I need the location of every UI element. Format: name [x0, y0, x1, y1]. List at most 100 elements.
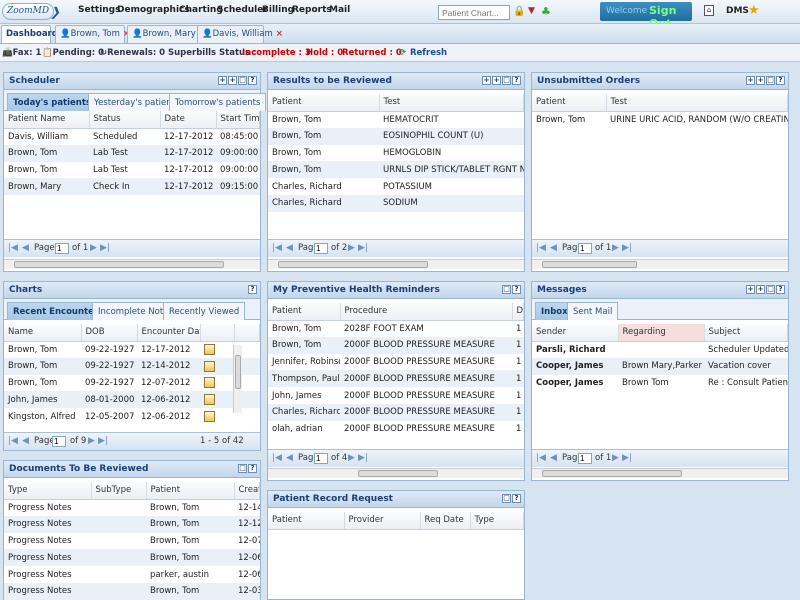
panel-maximize-icon[interactable]: □ [766, 285, 775, 294]
panel-maximize-icon[interactable]: □ [238, 76, 247, 85]
column-header[interactable]: SubType [91, 482, 147, 500]
chart-note-icon[interactable] [204, 360, 215, 372]
panel-help-icon[interactable]: ? [248, 464, 257, 473]
panel-add-icon[interactable]: + [482, 76, 491, 85]
column-header[interactable]: Sender [532, 324, 619, 342]
page-input[interactable] [55, 243, 69, 254]
tab-recent-encounter[interactable]: Recent Encounter [7, 302, 105, 320]
table-row[interactable]: Brown, Tom HEMOGLOBIN [268, 145, 524, 162]
column-header[interactable]: Create [234, 482, 260, 500]
nav-settings[interactable]: Settings [78, 5, 120, 15]
panel-help-icon[interactable]: ? [776, 285, 785, 294]
column-header[interactable]: Regarding [618, 324, 705, 342]
next-page-icon[interactable]: ▶ [90, 243, 97, 253]
page-input[interactable] [314, 453, 328, 464]
first-page-icon[interactable]: |◀ [8, 436, 18, 446]
column-header[interactable]: Patient [268, 94, 380, 112]
panel-help-icon[interactable]: ? [248, 76, 257, 85]
table-row[interactable]: Progress NotesBrown, Tom12-14- [4, 499, 260, 516]
page-input[interactable] [52, 436, 66, 447]
column-header[interactable]: Type [4, 482, 92, 500]
first-page-icon[interactable]: |◀ [272, 453, 282, 463]
table-row[interactable]: Brown, Tom 09-22-1927 12-14-2012 [4, 357, 260, 375]
next-page-icon[interactable]: ▶ [612, 243, 619, 253]
column-header[interactable]: Start Time [216, 111, 260, 129]
horizontal-scrollbar[interactable] [532, 259, 788, 269]
table-row[interactable]: Brown, Tom 09-22-1927 12-07-2012 [4, 375, 260, 392]
table-row[interactable]: Brown, Tom HEMATOCRIT [268, 111, 524, 128]
table-row[interactable]: Brown, TomURNLS DIP STICK/TABLET RGNT NO… [268, 161, 524, 179]
panel-move-icon[interactable]: + [228, 76, 237, 85]
table-row[interactable]: Charles, Richard POTASSIUM [268, 178, 524, 195]
close-icon[interactable]: × [276, 29, 283, 39]
chart-note-icon[interactable] [204, 377, 215, 389]
table-row[interactable]: Brown, Tom 09-22-1927 12-17-2012 [4, 341, 260, 358]
star-icon[interactable]: ★ [748, 3, 760, 18]
table-row[interactable]: Brown, Tom 2000F BLOOD PRESSURE MEASURE 1 [268, 336, 524, 354]
last-page-icon[interactable]: ▶| [622, 243, 632, 253]
panel-help-icon[interactable]: ? [512, 285, 521, 294]
next-page-icon[interactable]: ▶ [348, 243, 355, 253]
tab-patient-brown-mary[interactable]: 👤Brown, Mary× [127, 25, 206, 43]
first-page-icon[interactable]: |◀ [8, 243, 18, 253]
superbills-incomplete[interactable]: Incomplete : 3 [242, 48, 311, 58]
last-page-icon[interactable]: ▶| [358, 453, 368, 463]
nav-reports[interactable]: Reports [292, 5, 332, 15]
prev-page-icon[interactable]: ◀ [550, 243, 557, 253]
column-header[interactable]: Status [89, 111, 161, 129]
tab-tomorrows-patients[interactable]: Tomorrow's patients [169, 93, 267, 111]
panel-maximize-icon[interactable]: □ [502, 494, 511, 503]
superbills-hold[interactable]: Hold : 0 [306, 48, 343, 58]
tab-patient-brown-tom[interactable]: 👤Brown, Tom× [55, 25, 130, 43]
user-name[interactable]: DMS [726, 6, 749, 16]
column-header[interactable]: Patient [268, 512, 345, 530]
table-row[interactable]: Davis, William Scheduled 12-17-2012 08:45:0… [4, 128, 260, 145]
last-page-icon[interactable]: ▶| [100, 243, 110, 253]
table-row[interactable]: Progress NotesBrown, Tom12-12- [4, 515, 260, 533]
column-header[interactable]: Test [606, 94, 788, 112]
table-row[interactable]: olah, adrian 2000F BLOOD PRESSURE MEASURE… [268, 421, 524, 438]
panel-add-icon[interactable]: + [746, 285, 755, 294]
table-row[interactable]: Charles, Richard 2000F BLOOD PRESSURE MEA… [268, 403, 524, 421]
panel-maximize-icon[interactable]: □ [502, 76, 511, 85]
column-header[interactable]: Patient [532, 94, 607, 112]
tab-recently-viewed[interactable]: Recently Viewed [163, 302, 246, 320]
table-row[interactable]: Brown, Tom Lab Test 12-17-2012 09:00:00 [4, 162, 260, 179]
table-row[interactable]: Progress Notesparker, austin12-06- [4, 566, 260, 583]
patient-chart-search-input[interactable] [438, 5, 510, 20]
home-icon[interactable]: ⌂ [704, 5, 714, 16]
table-row[interactable]: John, James 08-01-2000 12-06-2012 [4, 391, 260, 409]
horizontal-scrollbar[interactable] [268, 468, 524, 478]
table-row[interactable]: Kingston, Alfred 12-05-2007 12-06-2012 [4, 408, 260, 425]
table-row[interactable]: Parsli, Richard Scheduler Updated [532, 341, 788, 358]
column-header[interactable]: Date [160, 111, 217, 129]
renewals-status[interactable]: ↻Renewals: 0 [100, 48, 165, 58]
table-row[interactable]: Progress NotesBrown, Tom12-06- [4, 549, 260, 567]
table-row[interactable]: John, James 2000F BLOOD PRESSURE MEASURE 1 [268, 387, 524, 404]
refresh-icon[interactable]: ⟳ [399, 48, 406, 58]
column-header[interactable] [200, 324, 235, 342]
panel-help-icon[interactable]: ? [512, 494, 521, 503]
chart-note-icon[interactable] [204, 394, 215, 406]
column-header[interactable]: Provider [344, 512, 421, 530]
panel-help-icon[interactable]: ? [512, 76, 521, 85]
table-row[interactable]: Cooper, James Brown Tom Re : Consult Patie… [532, 375, 788, 392]
last-page-icon[interactable]: ▶| [98, 436, 108, 446]
column-header[interactable]: Name [4, 324, 82, 342]
prev-page-icon[interactable]: ◀ [286, 453, 293, 463]
table-row[interactable]: Progress NotesBrown, Tom12-03- [4, 582, 260, 600]
horizontal-scrollbar[interactable] [532, 468, 788, 478]
lock-icon[interactable]: 🔒 [513, 6, 525, 17]
column-header[interactable]: D [512, 303, 524, 321]
column-header[interactable]: Req Date [420, 512, 471, 530]
first-page-icon[interactable]: |◀ [536, 453, 546, 463]
column-header[interactable]: Patient [268, 303, 341, 321]
table-row[interactable]: Cooper, JamesBrown Mary,Parker A...Vacat… [532, 357, 788, 375]
last-page-icon[interactable]: ▶| [622, 453, 632, 463]
fax-status[interactable]: 📠Fax: 1 [2, 48, 41, 58]
panel-maximize-icon[interactable]: □ [502, 285, 511, 294]
first-page-icon[interactable]: |◀ [536, 243, 546, 253]
tab-sent-mail[interactable]: Sent Mail [567, 302, 619, 320]
column-header[interactable]: Procedure [340, 303, 513, 321]
next-page-icon[interactable]: ▶ [612, 453, 619, 463]
